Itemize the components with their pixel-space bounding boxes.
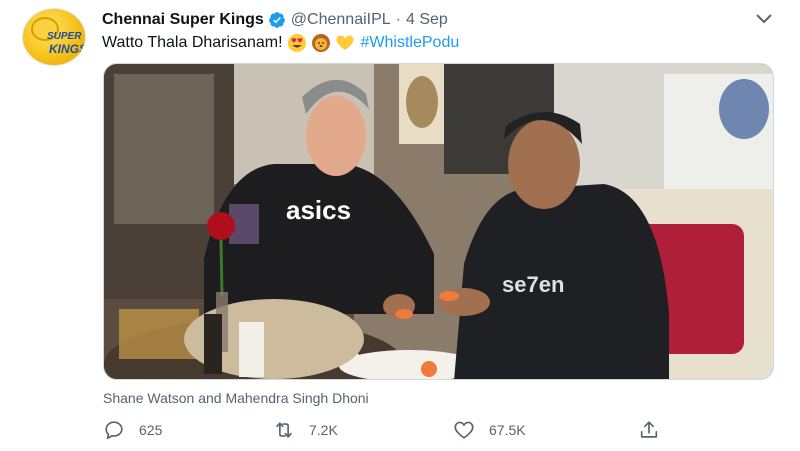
chevron-down-icon[interactable] [755,12,773,26]
avatar-text-kings: KINGS [49,42,86,56]
share-icon [640,421,658,438]
tweet-text: Watto Thala Dharisanam! #WhistlePodu [102,33,459,53]
share-button[interactable] [638,418,674,442]
separator-dot: · [395,11,401,28]
tweet-date[interactable]: 4 Sep [406,11,448,29]
verified-badge-icon [268,12,285,28]
svg-text:se7en: se7en [502,272,564,297]
profile-avatar[interactable]: SUPER KINGS [22,8,86,66]
lion-emoji-icon [311,34,330,52]
tweet-photo[interactable]: asics se7en [103,63,774,380]
tweet-actions: 625 7.2K 67.5K [103,418,673,442]
heart-icon [454,421,474,439]
reply-icon [105,421,123,440]
heart-eyes-emoji-icon [287,34,306,52]
photo-content: asics se7en [104,64,773,379]
media-caption: Shane Watson and Mahendra Singh Dhoni [103,390,369,406]
hashtag-link[interactable]: #WhistlePodu [361,34,460,52]
tweet-card[interactable]: SUPER KINGS Chennai Super Kings @Chennai… [0,0,800,451]
retweet-count: 7.2K [309,422,338,438]
avatar-text-super: SUPER [47,31,82,42]
retweet-icon [276,422,292,438]
like-count: 67.5K [489,422,526,438]
reply-button[interactable]: 625 [103,418,162,442]
reply-count: 625 [139,422,163,438]
yellow-heart-emoji-icon [336,35,354,50]
svg-text:asics: asics [286,195,351,225]
like-button[interactable]: 67.5K [453,418,526,442]
tweet-text-body: Watto Thala Dharisanam! [102,34,283,51]
tweet-header: Chennai Super Kings @ChennaiIPL · 4 Sep [102,10,448,30]
retweet-button[interactable]: 7.2K [273,418,338,442]
display-name[interactable]: Chennai Super Kings [102,11,264,29]
user-handle[interactable]: @ChennaiIPL [291,11,391,29]
